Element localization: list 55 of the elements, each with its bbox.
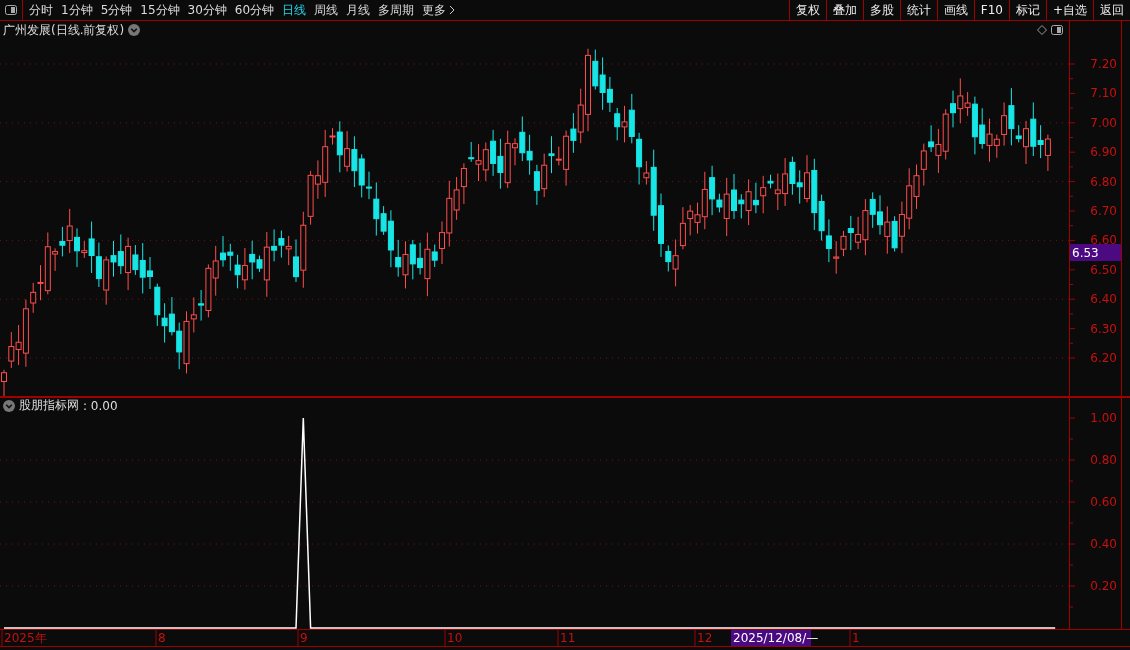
date-axis-label: 2025年 [4, 631, 47, 645]
toolbar-button[interactable]: 标记 [1008, 0, 1046, 20]
dropdown-icon[interactable] [128, 24, 141, 36]
price-axis-label: 6.30 [1090, 321, 1117, 336]
indicator-axis-label: 0.60 [1090, 495, 1117, 509]
period-tab[interactable]: 1分钟 [61, 1, 93, 19]
date-axis-label: 8 [158, 631, 166, 645]
date-axis-label: 10 [447, 631, 463, 645]
dropdown-icon[interactable] [3, 399, 15, 412]
toolbar-button[interactable]: 返回 [1093, 0, 1130, 20]
chevron-right-icon [449, 5, 456, 15]
period-tab[interactable]: 15分钟 [140, 1, 180, 19]
panel-toggle-icon[interactable] [1051, 25, 1063, 35]
indicator-axis-label: 0.80 [1090, 453, 1117, 468]
period-tab[interactable]: 30分钟 [187, 1, 227, 19]
price-axis-label: 6.60 [1090, 233, 1117, 248]
chart-title: 广州发展(日线.前复权) [3, 21, 125, 39]
price-axis-label: 6.20 [1090, 351, 1117, 365]
price-axis-label: 7.20 [1090, 57, 1117, 71]
date-axis-label: 1 [852, 631, 860, 645]
price-axis-label: 7.10 [1090, 86, 1117, 101]
indicator-name: 股朋指标网 [19, 397, 79, 414]
toolbar-button[interactable]: 叠加 [825, 0, 863, 20]
period-tab[interactable]: 60分钟 [234, 1, 275, 19]
period-tab[interactable]: 5分钟 [100, 1, 133, 19]
toolbar-button[interactable]: +自选 [1045, 0, 1093, 20]
price-axis-label: 6.50 [1090, 262, 1117, 277]
date-axis-label: 9 [300, 631, 308, 645]
price-axis-label: 6.40 [1090, 292, 1117, 307]
price-axis-label: 6.80 [1090, 174, 1117, 189]
toolbar-button[interactable]: 复权 [788, 0, 826, 20]
price-axis-label: 6.90 [1090, 145, 1117, 160]
current-price-tag [1070, 244, 1121, 261]
toolbar-button[interactable]: 画线 [936, 0, 974, 20]
toolbar-button[interactable]: 统计 [899, 0, 937, 20]
date-axis-label: 12 [697, 631, 713, 645]
period-tab[interactable]: 分时 [29, 1, 53, 19]
period-tab[interactable]: 周线 [314, 1, 339, 19]
period-tab[interactable]: 多周期 [378, 1, 415, 19]
indicator-reading: : 0.00 [83, 398, 118, 413]
date-axis-label: 11 [560, 631, 576, 645]
current-price-label: 6.53 [1072, 246, 1099, 260]
period-tab[interactable]: 更多 [422, 1, 456, 19]
price-axis-label: 6.70 [1090, 204, 1117, 218]
indicator-axis-label: 1.00 [1090, 413, 1117, 426]
indicator-axis-label: 0.20 [1090, 579, 1117, 593]
date-cursor-label: 2025/12/08/— [733, 631, 819, 645]
toolbar-button[interactable]: 多股 [862, 0, 900, 20]
period-tab[interactable]: 日线 [282, 1, 307, 19]
indicator-axis-label: 0.40 [1090, 537, 1117, 551]
diamond-icon[interactable] [1037, 25, 1047, 35]
period-tab[interactable]: 月线 [346, 1, 371, 19]
panel-toggle-icon[interactable] [5, 5, 17, 15]
toolbar-button[interactable]: F10 [973, 0, 1009, 20]
price-axis-label: 7.00 [1090, 115, 1117, 130]
